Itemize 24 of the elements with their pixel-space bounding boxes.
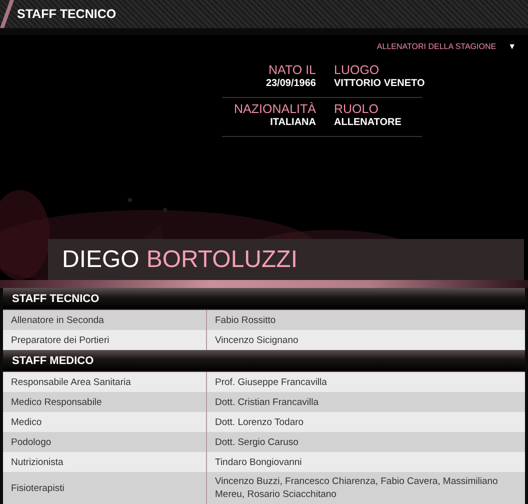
section-header: STAFF MEDICO — [3, 350, 525, 372]
table-cell-text: Vincenzo Buzzi, Francesco Chiarenza, Fabio Cavera, Massimiliano Mereu, Rosario Sciacchitano — [214, 475, 499, 502]
fact-value: ALLENATORE — [334, 117, 402, 129]
table-cell-text: Tindaro Bongiovanni — [214, 456, 303, 470]
table-cell-text: Dott. Cristian Francavilla — [214, 396, 320, 410]
header-title: STAFF TECNICO — [17, 7, 116, 21]
section-header: STAFF TECNICO — [3, 288, 525, 310]
fact-label: NATO IL — [268, 63, 316, 78]
table-cell-text: Dott. Lorenzo Todaro — [214, 416, 305, 430]
table-cell-text: Dott. Sergio Caruso — [214, 436, 300, 450]
season-dropdown[interactable]: ALLENATORI DELLA STAGIONE ▼ — [374, 40, 518, 53]
table-cell: Fisioterapisti — [3, 472, 207, 504]
fact-label: NAZIONALITÀ — [234, 102, 316, 117]
fact-label: LUOGO — [334, 63, 380, 78]
fact-value: VITTORIO VENETO — [334, 78, 425, 90]
fact-label: RUOLO — [334, 102, 378, 117]
table-cell-text: Fabio Rossitto — [214, 314, 277, 328]
caret-icon: ▼ — [508, 42, 516, 51]
table-cell-text: Vincenzo Sicignano — [214, 334, 300, 348]
fact-value: ITALIANA — [270, 117, 316, 129]
first-name: DIEGO — [62, 246, 140, 274]
last-name: BORTOLUZZI — [146, 246, 298, 274]
table-cell-text: Prof. Giuseppe Francavilla — [214, 376, 328, 390]
fact-value: 23/09/1966 — [266, 78, 316, 90]
